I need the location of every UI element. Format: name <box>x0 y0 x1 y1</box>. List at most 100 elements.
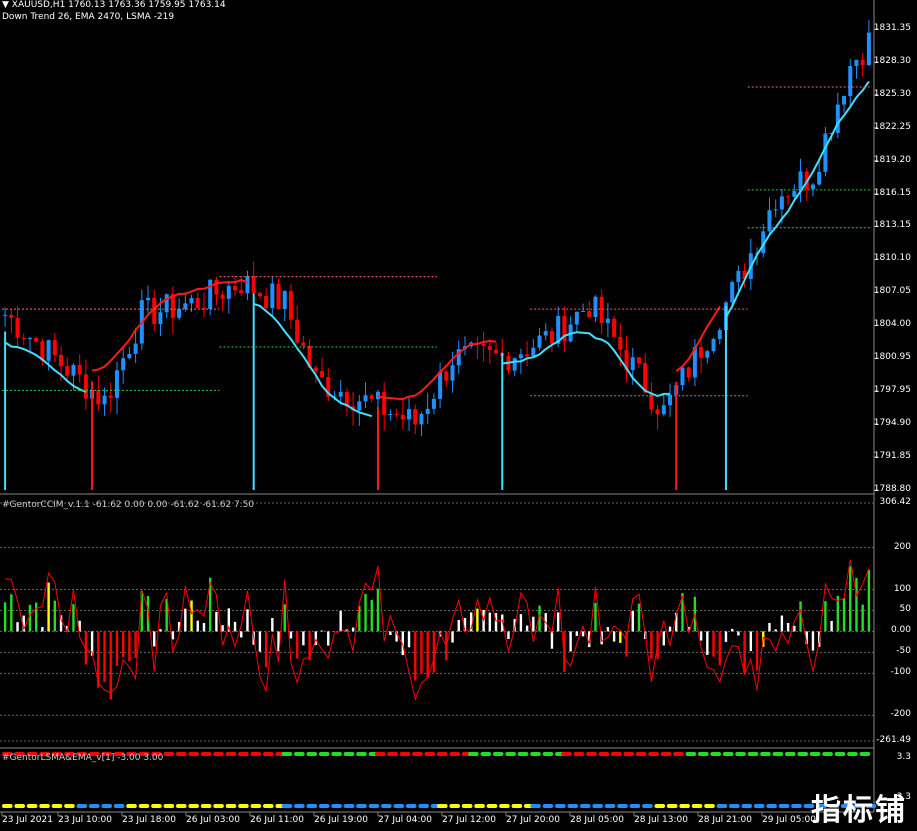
lsma-bottom-segment <box>331 804 342 808</box>
lsma-bottom-segment <box>679 804 690 808</box>
candle-body <box>717 330 722 339</box>
candle-body <box>444 371 449 381</box>
cci-histogram-bar <box>414 631 417 681</box>
lsma-bottom-segment <box>281 804 293 808</box>
lsma-top-segment <box>492 752 504 756</box>
lsma-bottom-segment <box>542 804 554 808</box>
candle-body <box>779 196 784 210</box>
candle-body <box>338 391 343 397</box>
lsma-bottom-segment <box>101 804 112 808</box>
candle-body <box>195 298 200 309</box>
candle-body <box>842 96 847 105</box>
lsma-top-segment <box>598 752 610 756</box>
candle-body <box>518 354 523 359</box>
cci-histogram-bar <box>793 625 796 632</box>
candle-body <box>866 32 871 66</box>
chart-symbol-label: ▼ XAUUSD,H1 1760.13 1763.36 1759.95 1763… <box>2 0 226 11</box>
candle-body <box>170 294 175 318</box>
candle-body <box>363 395 368 402</box>
lsma-top-segment <box>530 752 541 756</box>
lsma-top-segment <box>573 752 585 756</box>
candle-body <box>612 318 617 337</box>
lsma-top-segment <box>797 752 808 756</box>
candle-body <box>295 319 300 343</box>
time-tick-label: 23 Jul 2021 <box>2 815 53 825</box>
candle-body <box>301 342 306 346</box>
cci-histogram-bar <box>780 615 784 632</box>
lsma-top-segment <box>847 752 858 756</box>
lsma-top-segment <box>200 752 212 756</box>
collapse-arrow-icon[interactable]: ▼ <box>2 0 9 10</box>
lsma-bottom-segment <box>486 804 498 808</box>
lsma-top-segment <box>698 752 709 756</box>
cci-histogram-bar <box>370 599 373 632</box>
candle-body <box>388 413 393 415</box>
candle-body <box>618 336 623 350</box>
lsma-top-segment <box>809 752 821 756</box>
time-tick-label: 23 Jul 10:00 <box>58 815 112 825</box>
candle-body <box>525 354 530 357</box>
cci-histogram-bar <box>637 603 641 632</box>
candle-body <box>537 335 542 348</box>
candle-body <box>705 351 710 358</box>
lsma-top-segment <box>722 752 734 756</box>
lsma-top-segment <box>635 752 647 756</box>
price-tick-label: 1804.00 <box>873 319 911 330</box>
lsma-bottom-segment <box>238 804 249 808</box>
cci-histogram-bar <box>619 631 622 643</box>
lsma-top-segment <box>673 752 684 756</box>
cci-histogram-bar <box>575 631 579 636</box>
lsma-top-segment <box>356 752 367 756</box>
lsma-top-segment <box>834 752 846 756</box>
candle-body <box>835 104 840 133</box>
lsma-bottom-segment <box>461 804 473 808</box>
price-chart[interactable] <box>0 0 917 831</box>
candle-body <box>9 314 14 318</box>
cci-histogram-bar <box>215 611 218 632</box>
lsma-bottom-segment <box>691 804 703 808</box>
cci-histogram-bar <box>550 631 554 649</box>
cci-histogram-bar <box>327 631 330 646</box>
lsma-top-segment <box>374 752 386 756</box>
lsma-bottom-segment <box>368 804 380 808</box>
time-tick-label: 27 Jul 12:00 <box>442 815 496 825</box>
cci-histogram-bar <box>289 631 293 639</box>
lsma-bottom-segment <box>306 804 318 808</box>
cci-histogram-bar <box>867 569 871 632</box>
lsma-top-segment <box>449 752 460 756</box>
candle-body <box>773 209 778 211</box>
lsma-top-segment <box>294 752 305 756</box>
candle-body <box>686 367 691 378</box>
lsma-top-segment <box>225 752 237 756</box>
candle-body <box>438 371 443 399</box>
cci-histogram-bar <box>737 631 740 636</box>
cci-histogram-bar <box>749 631 753 652</box>
lsma-bottom-segment <box>530 804 541 808</box>
lsma-bottom-segment <box>642 804 653 808</box>
lsma-top-segment <box>306 752 318 756</box>
candle-body <box>71 364 76 376</box>
candle-body <box>233 285 238 291</box>
lsma-top-segment <box>343 752 355 756</box>
candle-body <box>77 364 82 375</box>
candle-body <box>425 408 430 414</box>
cci-panel-label: #GentorCCIM_v.1.1 -61.62 0.00 0.00 -61.6… <box>2 500 255 510</box>
cci-histogram-bar <box>457 619 460 632</box>
lsma-top-segment <box>163 752 175 756</box>
cci-histogram-bar <box>556 612 560 632</box>
cci-histogram-bar <box>724 631 728 642</box>
trading-chart-window[interactable]: ▼ XAUUSD,H1 1760.13 1763.36 1759.95 1763… <box>0 0 917 831</box>
lsma-bottom-segment <box>567 804 579 808</box>
candle-body <box>431 398 436 409</box>
cci-histogram-bar <box>271 617 274 632</box>
cci-tick-label: -50 <box>896 646 911 657</box>
price-tick-label: 1819.20 <box>873 154 911 165</box>
lsma-top-segment <box>586 752 597 756</box>
lsma-bottom-segment <box>405 804 417 808</box>
candle-body <box>711 338 716 352</box>
candle-body <box>848 66 853 97</box>
lsma-bottom-segment <box>188 804 199 808</box>
time-tick-label: 28 Jul 05:00 <box>570 815 624 825</box>
time-tick-label: 27 Jul 20:00 <box>506 815 560 825</box>
lsma-top-segment <box>281 752 293 756</box>
